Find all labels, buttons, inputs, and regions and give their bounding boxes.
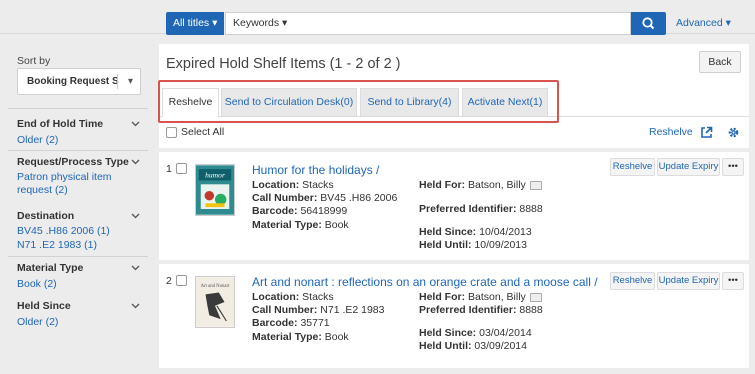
back-button[interactable]: Back: [699, 51, 741, 73]
location-field: Location: Stacks: [252, 291, 334, 303]
facet-title-request-process-type[interactable]: Request/Process Type: [17, 156, 129, 168]
chevron-down-icon: ▾: [127, 76, 133, 87]
facet-title-material-type[interactable]: Material Type: [17, 262, 83, 274]
facet-item-patron-physical-item-request[interactable]: Patron physical item request (2): [17, 171, 112, 197]
reshelve-button[interactable]: Reshelve: [610, 158, 655, 176]
more-actions-button[interactable]: •••: [722, 158, 744, 176]
call-number-field: Call Number: N71 .E2 1983: [252, 304, 385, 316]
select-divider: [117, 74, 118, 89]
result-card: 2 Art and Nonart Art and nonart : reflec…: [159, 264, 749, 368]
chevron-down-icon[interactable]: [131, 265, 140, 271]
search-type-dropdown[interactable]: Keywords ▾: [225, 12, 296, 35]
chevron-down-icon[interactable]: [131, 121, 140, 127]
svg-text:humor: humor: [205, 171, 225, 180]
facet-title-destination[interactable]: Destination: [17, 210, 74, 222]
book-cover-image[interactable]: Art and Nonart: [195, 276, 235, 328]
result-number: 2: [166, 275, 172, 287]
held-for-field: Held For: Batson, Billy: [419, 291, 542, 303]
location-field: Location: Stacks: [252, 179, 334, 191]
chevron-down-icon[interactable]: [131, 303, 140, 309]
user-card-icon[interactable]: [529, 292, 542, 302]
book-cover-image[interactable]: humor: [195, 164, 235, 216]
material-type-field: Material Type: Book: [252, 219, 349, 231]
preferred-identifier-field: Preferred Identifier: 8888: [419, 304, 543, 316]
search-button[interactable]: [631, 12, 666, 35]
facet-item-destination-bv45[interactable]: BV45 .H86 2006 (1): [17, 225, 110, 238]
sort-by-label: Sort by: [17, 55, 51, 67]
result-checkbox[interactable]: [176, 163, 187, 174]
facet-item-held-since-older[interactable]: Older (2): [17, 316, 58, 329]
held-until-field: Held Until: 10/09/2013: [419, 239, 527, 251]
result-title-link[interactable]: Art and nonart : reflections on an orang…: [252, 275, 598, 289]
divider: [8, 256, 148, 257]
divider: [8, 108, 148, 109]
held-for-field: Held For: Batson, Billy: [419, 179, 542, 191]
tabs-highlight-box: [158, 80, 559, 123]
facet-title-end-of-hold-time[interactable]: End of Hold Time: [17, 118, 103, 130]
result-title-link[interactable]: Humor for the holidays /: [252, 163, 379, 177]
update-expiry-button[interactable]: Update Expiry: [657, 158, 720, 176]
held-until-field: Held Until: 03/09/2014: [419, 340, 527, 352]
advanced-search-link[interactable]: Advanced ▾: [676, 17, 731, 29]
call-number-field: Call Number: BV45 .H86 2006: [252, 192, 398, 204]
result-card: 1 humor Humor for the holidays / Locatio…: [159, 152, 749, 260]
export-icon[interactable]: [700, 126, 713, 139]
facet-item-book[interactable]: Book (2): [17, 278, 57, 291]
facet-item-older[interactable]: Older (2): [17, 134, 58, 147]
sort-by-value: Booking Request S: [27, 76, 119, 87]
page-title: Expired Hold Shelf Items (1 - 2 of 2 ): [166, 56, 401, 72]
chevron-down-icon[interactable]: [131, 159, 140, 165]
sort-by-select[interactable]: Booking Request S ▾: [17, 68, 141, 95]
select-all-checkbox[interactable]: [166, 127, 177, 138]
barcode-field: Barcode: 35771: [252, 317, 330, 329]
search-scope-dropdown[interactable]: All titles ▾: [166, 12, 225, 35]
barcode-field: Barcode: 56418999: [252, 205, 348, 217]
divider: [8, 150, 148, 151]
result-number: 1: [166, 163, 172, 175]
chevron-down-icon[interactable]: [131, 213, 140, 219]
reshelve-all-link[interactable]: Reshelve: [649, 126, 693, 138]
svg-text:Art and Nonart: Art and Nonart: [201, 284, 230, 289]
held-since-field: Held Since: 10/04/2013: [419, 226, 532, 238]
select-all-label[interactable]: Select All: [181, 126, 224, 138]
search-icon: [642, 17, 655, 30]
update-expiry-button[interactable]: Update Expiry: [657, 272, 720, 290]
more-actions-button[interactable]: •••: [722, 272, 744, 290]
material-type-field: Material Type: Book: [252, 331, 349, 343]
facet-item-destination-n71[interactable]: N71 .E2 1983 (1): [17, 239, 97, 252]
reshelve-button[interactable]: Reshelve: [610, 272, 655, 290]
preferred-identifier-field: Preferred Identifier: 8888: [419, 203, 543, 215]
result-checkbox[interactable]: [176, 275, 187, 286]
user-card-icon[interactable]: [529, 180, 542, 190]
held-since-field: Held Since: 03/04/2014: [419, 327, 532, 339]
gear-icon[interactable]: [727, 126, 740, 139]
search-input[interactable]: [292, 12, 631, 35]
facet-title-held-since[interactable]: Held Since: [17, 300, 71, 312]
